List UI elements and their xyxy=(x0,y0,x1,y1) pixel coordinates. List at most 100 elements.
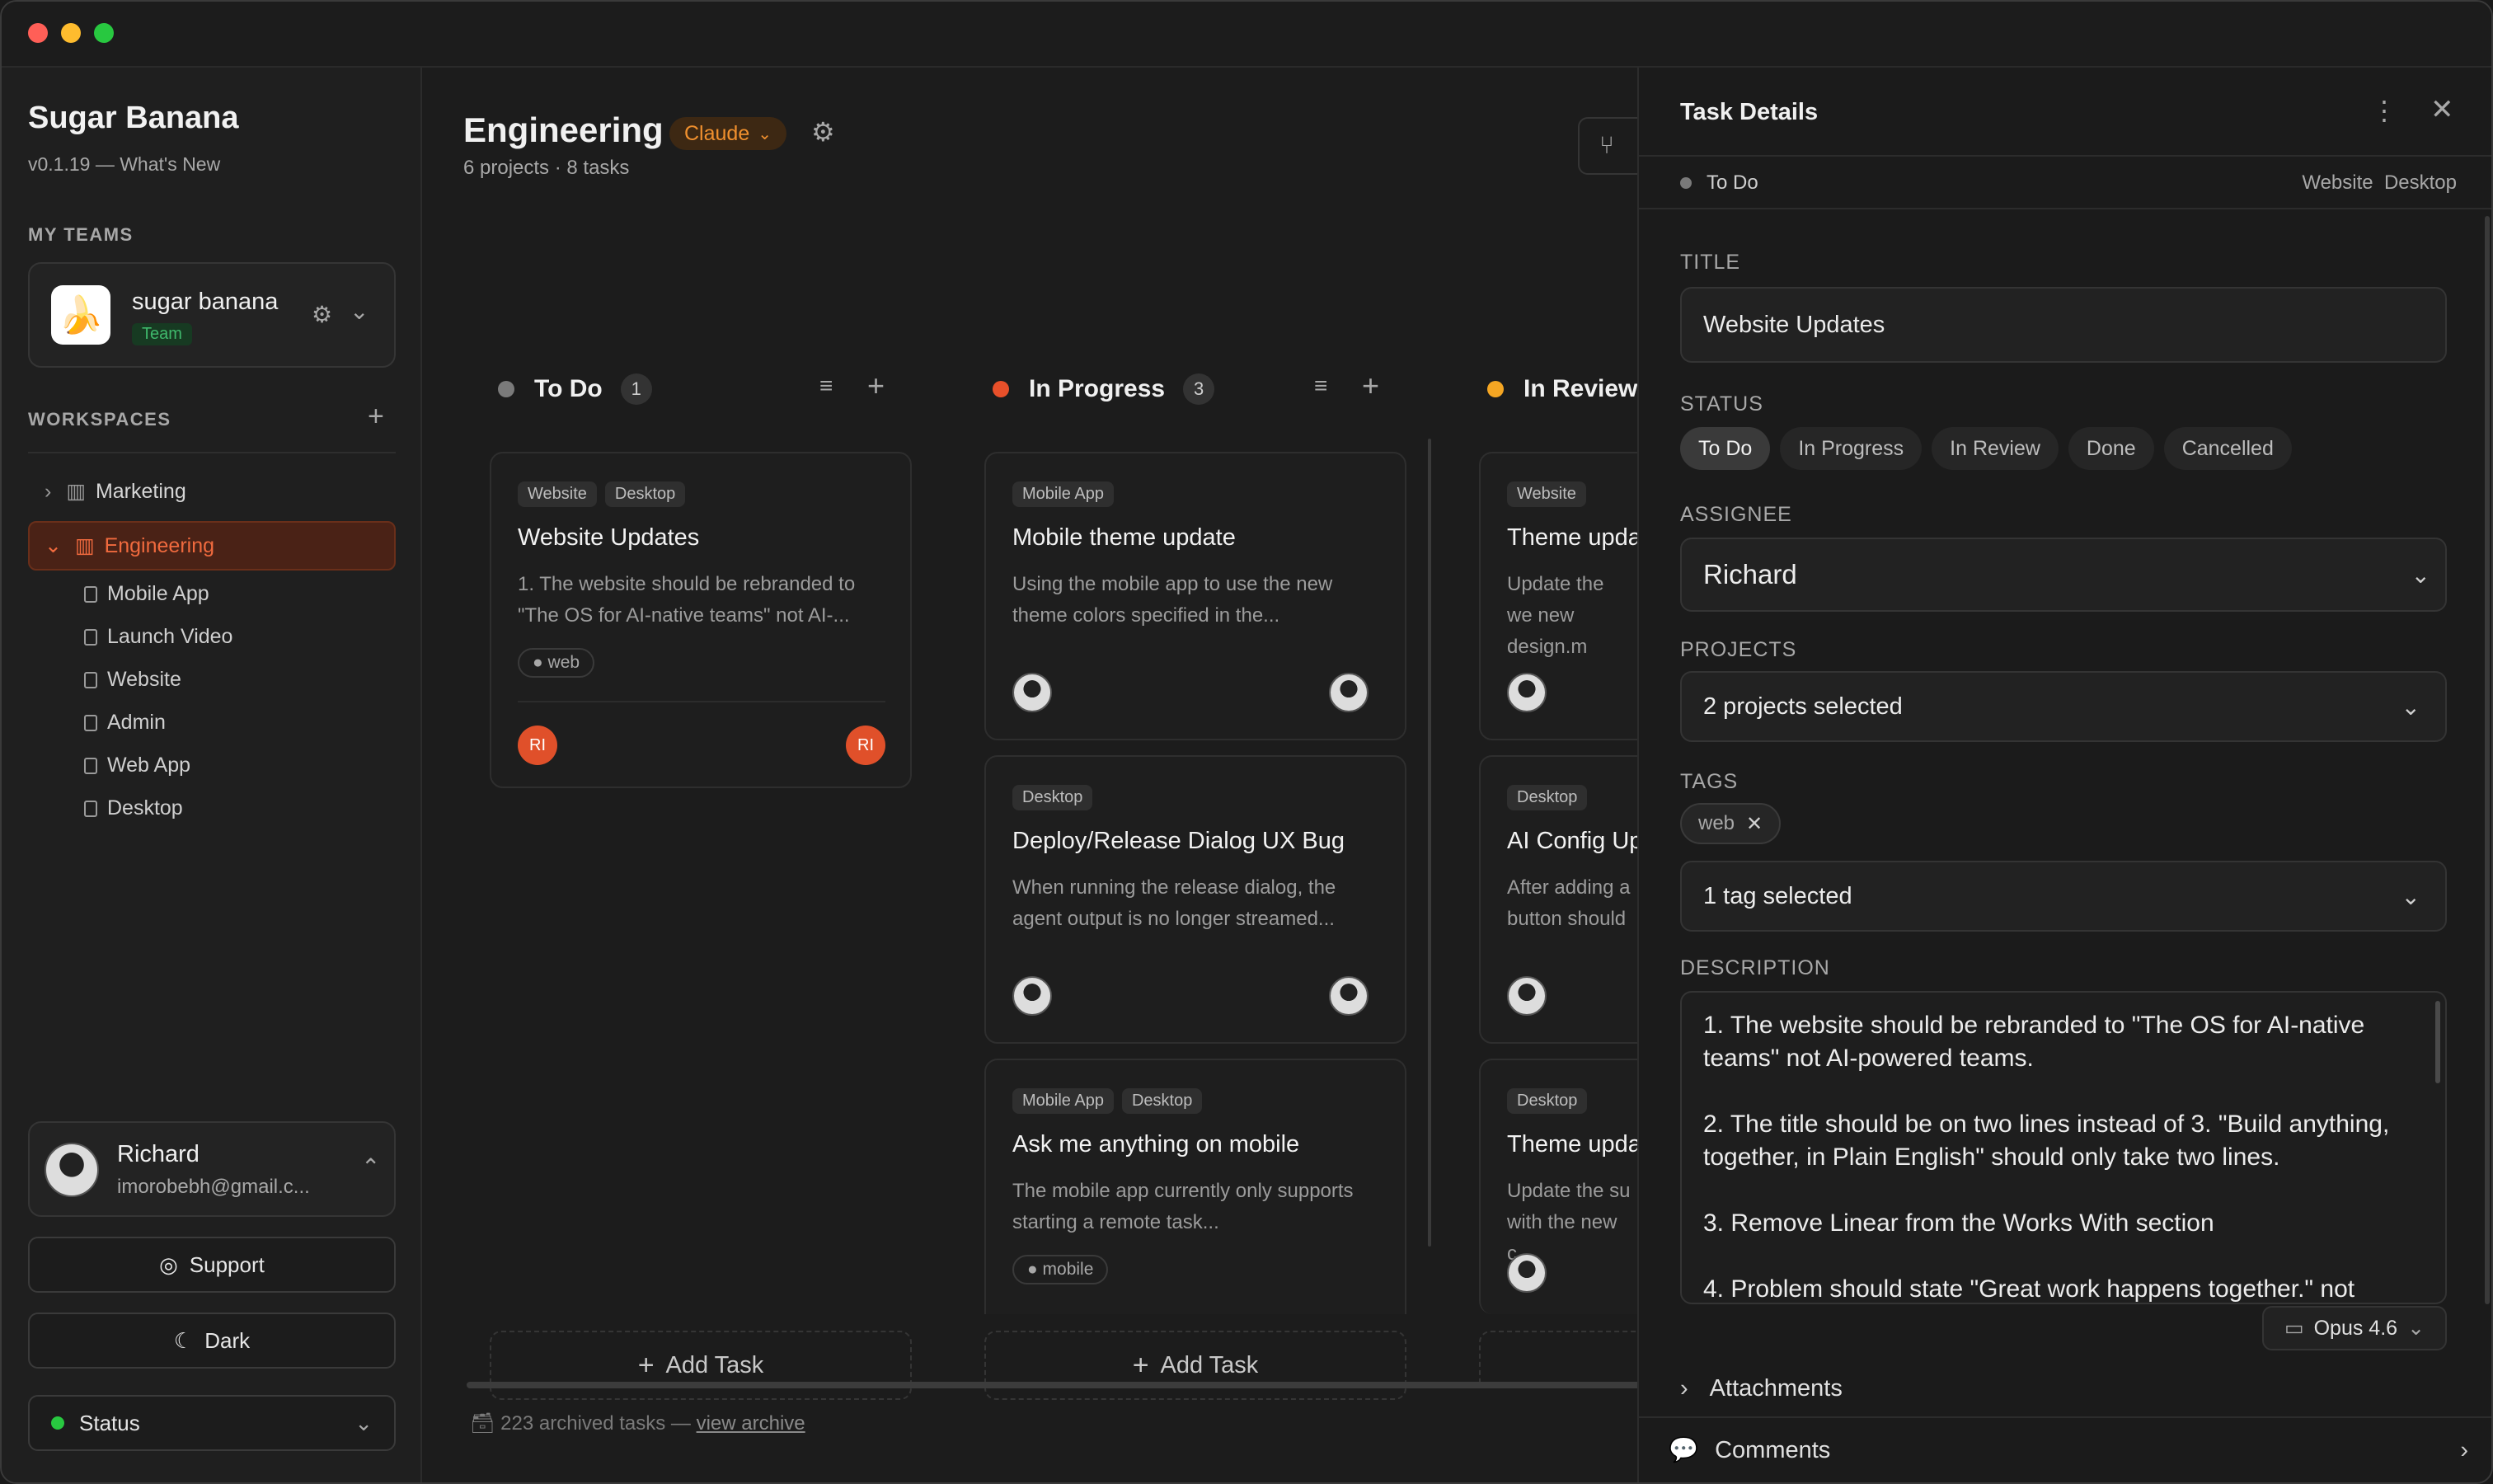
user-name: Richard xyxy=(117,1141,200,1167)
description-label: DESCRIPTION xyxy=(1680,956,1830,979)
team-badge: Team xyxy=(132,323,192,345)
task-card[interactable]: Mobile App Mobile theme update Using the… xyxy=(984,452,1406,740)
model-badge[interactable]: Claude ⌄ xyxy=(669,117,786,150)
workspaces-label: WORKSPACES xyxy=(28,409,171,430)
team-settings-gear-icon[interactable]: ⚙ xyxy=(312,303,332,326)
sort-icon[interactable]: ≡ xyxy=(1314,374,1327,397)
team-selector[interactable]: 🍌 sugar banana Team ⚙ ⌄ xyxy=(28,262,396,368)
monitor-icon: ▭ xyxy=(2284,1317,2304,1340)
comments-toggle[interactable]: 💬 Comments › xyxy=(1669,1436,2468,1464)
minimize-window-button[interactable] xyxy=(61,23,81,43)
add-workspace-plus-icon[interactable]: + xyxy=(368,402,384,430)
horizontal-scrollbar[interactable] xyxy=(467,1382,1642,1388)
card-description: After adding a button should xyxy=(1507,876,1631,930)
project-item[interactable]: Web App xyxy=(84,754,190,777)
archive-line: 🗃 223 archived tasks — view archive xyxy=(470,1411,805,1435)
task-card[interactable]: Website Theme upda Update the we new des… xyxy=(1479,452,1642,740)
card-title: AI Config Up xyxy=(1507,828,1642,854)
add-plus-icon[interactable]: + xyxy=(867,371,885,401)
chevron-up-icon[interactable]: ⌃ xyxy=(361,1156,380,1179)
comments-label: Comments xyxy=(1715,1436,1831,1463)
board-icon: ▥ xyxy=(66,480,86,503)
tags-select[interactable]: 1 tag selected ⌄ xyxy=(1680,861,2447,932)
view-archive-link[interactable]: view archive xyxy=(697,1412,805,1435)
archive-text: 223 archived tasks — xyxy=(500,1412,691,1435)
project-label: Admin xyxy=(107,711,166,734)
tags-label: TAGS xyxy=(1680,770,1739,793)
status-pill-done[interactable]: Done xyxy=(2068,427,2154,470)
close-window-button[interactable] xyxy=(28,23,48,43)
divider xyxy=(1639,1416,2491,1418)
project-item[interactable]: Desktop xyxy=(84,796,183,820)
attachments-toggle[interactable]: › Attachments xyxy=(1680,1375,1843,1402)
chevron-down-icon: ⌄ xyxy=(354,1410,373,1435)
status-line-label: To Do xyxy=(1707,171,1758,194)
description-scrollbar[interactable] xyxy=(2435,1001,2440,1083)
chevron-right-icon: › xyxy=(45,479,52,503)
status-dot-icon xyxy=(1487,381,1504,397)
board-settings-gear-icon[interactable]: ⚙ xyxy=(811,119,835,145)
project-tag: Desktop xyxy=(1012,785,1093,810)
page-title: Engineering xyxy=(463,110,664,149)
status-pill-todo[interactable]: To Do xyxy=(1680,427,1771,470)
project-item[interactable]: Launch Video xyxy=(84,625,232,649)
status-pill-cancelled[interactable]: Cancelled xyxy=(2163,427,2292,470)
support-button[interactable]: ◎ Support xyxy=(28,1237,396,1293)
status-dropdown[interactable]: Status ⌄ xyxy=(28,1395,396,1451)
panel-scrollbar[interactable] xyxy=(2485,216,2490,1304)
status-pill-in-progress[interactable]: In Progress xyxy=(1780,427,1923,470)
status-dot-icon xyxy=(498,381,514,397)
card-title: Mobile theme update xyxy=(1012,524,1236,551)
task-card[interactable]: Desktop Theme upda Update the su with th… xyxy=(1479,1059,1642,1314)
model-select[interactable]: ▭ Opus 4.6 ⌄ xyxy=(2262,1306,2447,1350)
board-area: Engineering Claude ⌄ ⚙ 6 projects · 8 tas… xyxy=(424,68,1652,1482)
workspace-marketing[interactable]: › ▥ Marketing xyxy=(28,467,396,516)
add-task-button[interactable]: + Add Task xyxy=(490,1331,912,1400)
add-plus-icon[interactable]: + xyxy=(1362,371,1379,401)
chevron-down-icon: ⌄ xyxy=(2411,561,2430,588)
theme-toggle-button[interactable]: ☾ Dark xyxy=(28,1313,396,1369)
column-count: 1 xyxy=(620,373,652,405)
task-card[interactable]: Desktop Deploy/Release Dialog UX Bug Whe… xyxy=(984,755,1406,1044)
card-title: Theme upda xyxy=(1507,524,1641,551)
project-tag: Website xyxy=(1507,481,1586,507)
avatar xyxy=(1507,673,1547,712)
chevron-right-icon: › xyxy=(1680,1375,1688,1402)
column-in-review-clip: In Review Website Theme upda Update the … xyxy=(1479,356,1642,1387)
projects-select[interactable]: 2 projects selected ⌄ xyxy=(1680,671,2447,742)
task-details-panel: Task Details ⋮ ✕ To Do Website Desktop T… xyxy=(1637,68,2491,1482)
project-item[interactable]: Admin xyxy=(84,711,166,735)
status-dot-icon xyxy=(993,381,1009,397)
add-task-button[interactable]: + xyxy=(1479,1331,1642,1387)
avatar xyxy=(1507,976,1547,1016)
team-chevron-down-icon[interactable]: ⌄ xyxy=(350,300,369,323)
project-item[interactable]: Mobile App xyxy=(84,582,209,606)
remove-tag-close-icon[interactable]: ✕ xyxy=(1746,812,1763,836)
column-title: To Do xyxy=(534,375,603,402)
close-icon[interactable]: ✕ xyxy=(2430,96,2454,124)
column-scrollbar[interactable] xyxy=(1428,439,1431,1247)
description-textarea[interactable]: 1. The website should be rebranded to "T… xyxy=(1680,991,2447,1304)
status-pill-in-review[interactable]: In Review xyxy=(1932,427,2059,470)
description-line: 2. The title should be on two lines inst… xyxy=(1703,1111,2390,1171)
sort-icon[interactable]: ≡ xyxy=(819,374,833,397)
card-title: Deploy/Release Dialog UX Bug xyxy=(1012,828,1345,854)
title-input[interactable]: Website Updates xyxy=(1680,287,2447,363)
chevron-down-icon: ⌄ xyxy=(45,534,62,557)
more-options-icon[interactable]: ⋮ xyxy=(2371,97,2397,124)
user-menu[interactable]: Richard imorobebh@gmail.c... ⌃ xyxy=(28,1121,396,1217)
panel-title: Task Details xyxy=(1680,99,1819,125)
task-card[interactable]: Website Desktop Website Updates 1. The we… xyxy=(490,452,912,788)
maximize-window-button[interactable] xyxy=(94,23,114,43)
task-card[interactable]: Mobile App Desktop Ask me anything on mob… xyxy=(984,1059,1406,1314)
assignee-select[interactable]: Richard ⌄ xyxy=(1680,538,2447,612)
status-selector: To Do In Progress In Review Done Cancelled xyxy=(1680,427,2302,470)
app-window: Sugar Banana v0.1.19 — What's New MY TEA… xyxy=(0,0,2493,1484)
status-label: Status xyxy=(79,1410,140,1435)
add-task-button[interactable]: + Add Task xyxy=(984,1331,1406,1400)
workspace-engineering[interactable]: ⌄ ▥ Engineering xyxy=(28,521,396,571)
version-link[interactable]: v0.1.19 — What's New xyxy=(28,153,220,176)
project-tag: Desktop xyxy=(1507,1088,1588,1114)
project-item[interactable]: Website xyxy=(84,668,181,692)
task-card[interactable]: Desktop AI Config Up After adding a butt… xyxy=(1479,755,1642,1044)
